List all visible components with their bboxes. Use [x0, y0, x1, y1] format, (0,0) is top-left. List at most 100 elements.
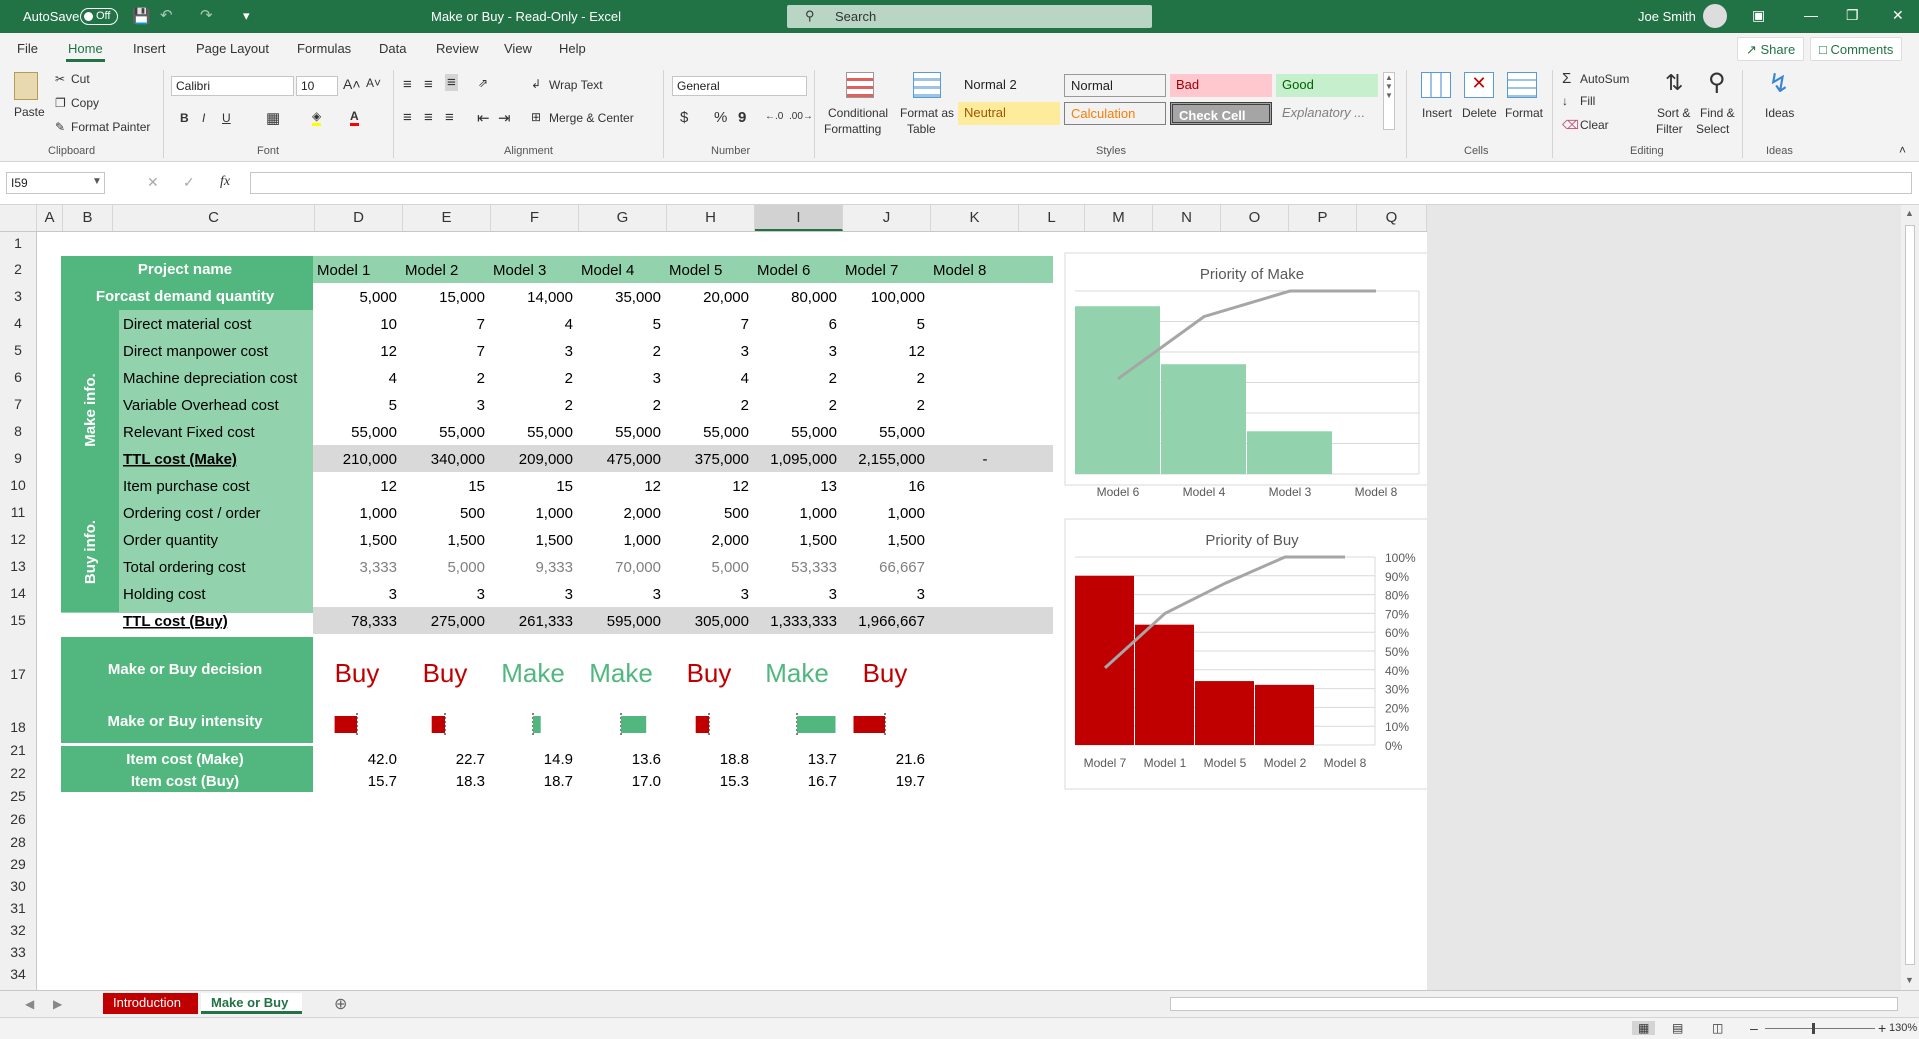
- row-header-26[interactable]: 26: [0, 811, 36, 827]
- customize-qat-icon[interactable]: ▾: [243, 8, 250, 24]
- scroll-down-icon[interactable]: ▼: [1905, 975, 1914, 985]
- row-header-25[interactable]: 25: [0, 788, 36, 804]
- find-select-line1[interactable]: Find &: [1700, 106, 1735, 120]
- row-header-5[interactable]: 5: [0, 342, 36, 358]
- increase-indent-icon[interactable]: ⇥: [498, 109, 511, 127]
- row-header-28[interactable]: 28: [0, 834, 36, 850]
- column-header-o[interactable]: O: [1221, 205, 1289, 231]
- italic-icon[interactable]: I: [202, 111, 205, 125]
- tab-formulas[interactable]: Formulas: [297, 41, 351, 56]
- align-bottom-icon[interactable]: ≡: [445, 74, 458, 91]
- copy-icon[interactable]: ❐: [55, 96, 66, 110]
- zoom-in-icon[interactable]: +: [1878, 1020, 1886, 1036]
- column-header-j[interactable]: J: [843, 205, 931, 231]
- vertical-scrollbar[interactable]: ▲ ▼: [1901, 205, 1919, 990]
- row-header-6[interactable]: 6: [0, 369, 36, 385]
- autosum-button[interactable]: AutoSum: [1580, 72, 1629, 86]
- restore-icon[interactable]: ❐: [1846, 7, 1859, 24]
- copy-button[interactable]: Copy: [71, 96, 99, 110]
- row-header-1[interactable]: 1: [0, 235, 36, 251]
- style-normal[interactable]: Normal: [1064, 74, 1166, 97]
- horizontal-scrollbar[interactable]: [1170, 997, 1898, 1011]
- format-as-table-line2[interactable]: Table: [907, 122, 936, 136]
- row-header-32[interactable]: 32: [0, 922, 36, 938]
- row-header-34[interactable]: 34: [0, 966, 36, 982]
- column-header-i[interactable]: I: [755, 205, 843, 231]
- zoom-level[interactable]: 130%: [1889, 1022, 1917, 1034]
- conditional-formatting-line2[interactable]: Formatting: [824, 122, 881, 136]
- column-header-l[interactable]: L: [1019, 205, 1085, 231]
- row-header-22[interactable]: 22: [0, 765, 36, 781]
- row-header-3[interactable]: 3: [0, 288, 36, 304]
- name-box[interactable]: I59: [6, 172, 105, 194]
- format-as-table-icon[interactable]: [913, 72, 941, 98]
- style-calculation[interactable]: Calculation: [1064, 102, 1166, 125]
- cut-icon[interactable]: ✂: [55, 72, 65, 86]
- conditional-formatting-icon[interactable]: [846, 72, 874, 98]
- row-header-33[interactable]: 33: [0, 944, 36, 960]
- ideas-button[interactable]: Ideas: [1765, 106, 1794, 120]
- cancel-icon[interactable]: ✕: [147, 174, 159, 191]
- styles-gallery-scroll[interactable]: ▲ ▼ ▼: [1383, 72, 1395, 130]
- decrease-indent-icon[interactable]: ⇤: [477, 109, 490, 127]
- style-good[interactable]: Good: [1276, 74, 1378, 97]
- ribbon-display-icon[interactable]: ▣: [1752, 7, 1765, 24]
- autosum-icon[interactable]: Σ: [1562, 70, 1571, 87]
- format-painter-button[interactable]: Format Painter: [71, 120, 150, 134]
- font-color-icon[interactable]: A: [350, 109, 359, 126]
- increase-font-icon[interactable]: A˄: [343, 76, 361, 92]
- row-header-29[interactable]: 29: [0, 856, 36, 872]
- number-format-select[interactable]: General: [672, 76, 807, 96]
- tab-home[interactable]: Home: [66, 41, 105, 62]
- row-header-7[interactable]: 7: [0, 396, 36, 412]
- style-explanatory[interactable]: Explanatory ...: [1276, 102, 1378, 125]
- fill-color-icon[interactable]: ◈: [312, 109, 322, 126]
- vertical-scroll-thumb[interactable]: [1905, 225, 1915, 965]
- delete-cells-icon[interactable]: ✕: [1464, 72, 1494, 98]
- decrease-decimal-icon[interactable]: .00→: [789, 111, 813, 122]
- tab-data[interactable]: Data: [379, 41, 406, 56]
- zoom-out-icon[interactable]: –: [1750, 1020, 1758, 1036]
- user-name[interactable]: Joe Smith: [1638, 9, 1696, 24]
- fill-button[interactable]: Fill: [1580, 94, 1595, 108]
- scroll-up-icon[interactable]: ▲: [1905, 208, 1914, 218]
- find-select-icon[interactable]: ⚲: [1708, 68, 1726, 97]
- autosave-toggle[interactable]: Off: [80, 8, 118, 25]
- wrap-text-button[interactable]: Wrap Text: [549, 78, 603, 92]
- format-as-table-line1[interactable]: Format as: [900, 106, 954, 120]
- column-header-d[interactable]: D: [315, 205, 403, 231]
- align-left-icon[interactable]: ≡: [403, 109, 412, 126]
- borders-icon[interactable]: ▦: [266, 109, 280, 127]
- row-header-14[interactable]: 14: [0, 585, 36, 601]
- page-break-view-icon[interactable]: ◫: [1712, 1021, 1723, 1035]
- share-button[interactable]: ↗ Share: [1737, 37, 1805, 61]
- page-layout-view-icon[interactable]: ▤: [1672, 1021, 1683, 1035]
- avatar[interactable]: [1703, 4, 1727, 28]
- worksheet-grid[interactable]: Project name Model 1 Model 2 Model 3 Model 4…: [37, 232, 1427, 990]
- column-header-c[interactable]: C: [113, 205, 315, 231]
- column-header-g[interactable]: G: [579, 205, 667, 231]
- row-header-10[interactable]: 10: [0, 477, 36, 493]
- column-header-h[interactable]: H: [667, 205, 755, 231]
- underline-icon[interactable]: U: [222, 111, 231, 125]
- row-header-13[interactable]: 13: [0, 558, 36, 574]
- align-right-icon[interactable]: ≡: [445, 109, 454, 126]
- sort-filter-line1[interactable]: Sort &: [1657, 106, 1690, 120]
- style-check-cell[interactable]: Check Cell: [1170, 102, 1272, 125]
- column-header-k[interactable]: K: [931, 205, 1019, 231]
- style-normal-2[interactable]: Normal 2: [958, 74, 1060, 97]
- paste-icon[interactable]: [14, 72, 38, 100]
- row-header-12[interactable]: 12: [0, 531, 36, 547]
- sort-filter-line2[interactable]: Filter: [1656, 122, 1683, 136]
- paste-button[interactable]: Paste: [14, 105, 45, 119]
- collapse-ribbon-icon[interactable]: ˄: [1899, 143, 1906, 157]
- currency-icon[interactable]: $: [680, 109, 688, 126]
- comments-button[interactable]: □ Comments: [1810, 37, 1903, 61]
- column-header-q[interactable]: Q: [1357, 205, 1427, 231]
- column-header-b[interactable]: B: [63, 205, 113, 231]
- ideas-icon[interactable]: ↯: [1768, 68, 1790, 99]
- column-header-n[interactable]: N: [1153, 205, 1221, 231]
- row-header-31[interactable]: 31: [0, 900, 36, 916]
- row-header-4[interactable]: 4: [0, 315, 36, 331]
- row-header-2[interactable]: 2: [0, 261, 36, 277]
